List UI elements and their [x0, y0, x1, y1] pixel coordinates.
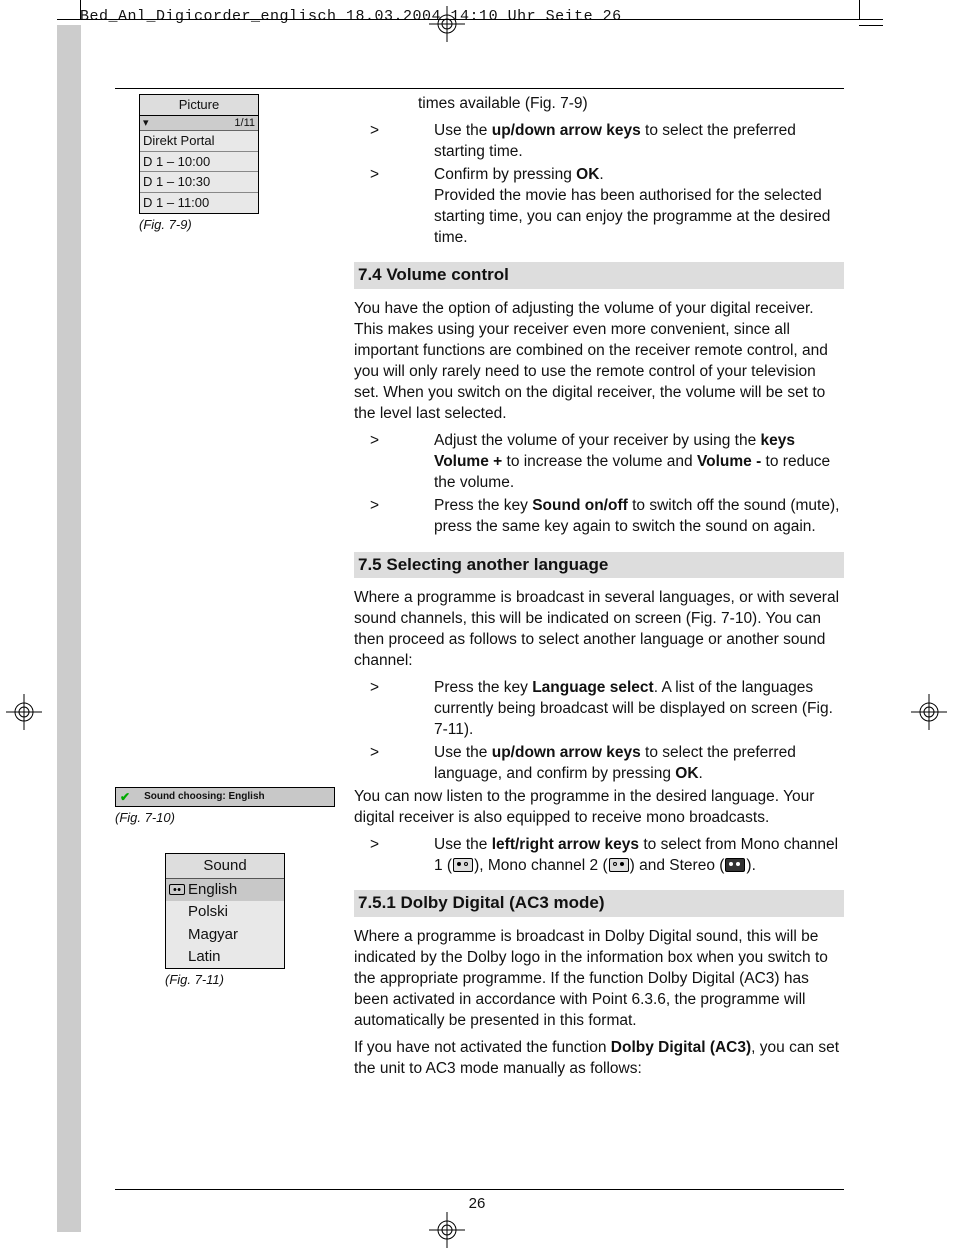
- list-item: Direkt Portal: [140, 131, 258, 152]
- list-item: Latin: [166, 946, 284, 968]
- margin-fill: [57, 25, 81, 1232]
- list-item: D 1 – 10:00: [140, 152, 258, 173]
- step-item: > Use the left/right arrow keys to selec…: [354, 835, 844, 877]
- crop-mark: [859, 25, 883, 26]
- step-text: Press the key Sound on/off to switch off…: [434, 496, 844, 538]
- document-page: Bed_Anl_Digicorder_englisch 18.03.2004 1…: [0, 0, 954, 1253]
- step-text: Confirm by pressing OK.Provided the movi…: [434, 165, 844, 249]
- crop-mark: [80, 0, 81, 19]
- stereo-icon: [725, 858, 745, 872]
- body-text: You have the option of adjusting the vol…: [354, 299, 844, 425]
- figure-7-10: ✔ Sound choosing: English: [115, 787, 335, 807]
- step-item: > Use the up/down arrow keys to select t…: [354, 743, 844, 785]
- section-heading: 7.5.1 Dolby Digital (AC3 mode): [354, 890, 844, 917]
- side-column: Picture ▾ 1/11 Direkt Portal D 1 – 10:00…: [115, 94, 325, 989]
- list-item: D 1 – 11:00: [140, 193, 258, 213]
- step-item: > Adjust the volume of your receiver by …: [354, 431, 844, 494]
- section-heading: 7.5 Selecting another language: [354, 552, 844, 579]
- step-marker: >: [354, 121, 434, 163]
- step-marker: >: [354, 496, 434, 538]
- list-item: D 1 – 10:30: [140, 172, 258, 193]
- page-number: 26: [0, 1194, 954, 1214]
- step-marker: >: [354, 678, 434, 741]
- mono2-icon: [609, 858, 629, 872]
- body-text: You can now listen to the programme in t…: [354, 787, 844, 829]
- step-item: > Use the up/down arrow keys to select t…: [354, 121, 844, 163]
- rule-bottom: [115, 1189, 844, 1190]
- check-icon: ✔: [120, 789, 130, 805]
- step-text: Press the key Language select. A list of…: [434, 678, 844, 741]
- step-item: > Press the key Language select. A list …: [354, 678, 844, 741]
- body-text: If you have not activated the function D…: [354, 1038, 844, 1080]
- figure-caption: (Fig. 7-10): [115, 809, 325, 827]
- list-item: Magyar: [166, 924, 284, 946]
- step-text: Adjust the volume of your receiver by us…: [434, 431, 844, 494]
- registration-mark-icon: [911, 694, 947, 730]
- body-text: Where a programme is broadcast in severa…: [354, 588, 844, 672]
- print-slug: Bed_Anl_Digicorder_englisch 18.03.2004 1…: [80, 7, 622, 27]
- step-item: > Confirm by pressing OK.Provided the mo…: [354, 165, 844, 249]
- step-item: > Press the key Sound on/off to switch o…: [354, 496, 844, 538]
- figure-caption: (Fig. 7-9): [139, 216, 325, 234]
- registration-mark-icon: [6, 694, 42, 730]
- section-heading: 7.4 Volume control: [354, 262, 844, 289]
- figure-7-9: Picture ▾ 1/11 Direkt Portal D 1 – 10:00…: [139, 94, 259, 214]
- body-text: times available (Fig. 7-9): [354, 94, 844, 115]
- registration-mark-icon: [429, 6, 465, 42]
- list-item: English: [166, 879, 284, 901]
- counter-text: 1/11: [234, 116, 255, 131]
- main-column: times available (Fig. 7-9) > Use the up/…: [354, 94, 844, 1086]
- crop-mark: [57, 19, 883, 20]
- step-marker: >: [354, 835, 434, 877]
- body-text: Where a programme is broadcast in Dolby …: [354, 927, 844, 1032]
- dropdown-icon: ▾: [143, 116, 149, 131]
- banner-label: Sound choosing: English: [144, 790, 265, 804]
- step-text: Use the left/right arrow keys to select …: [434, 835, 844, 877]
- figure-title: Picture: [140, 95, 258, 116]
- step-marker: >: [354, 165, 434, 249]
- rule-top: [115, 88, 844, 89]
- figure-caption: (Fig. 7-11): [165, 971, 325, 989]
- figure-counter: ▾ 1/11: [140, 116, 258, 132]
- figure-7-11: Sound English Polski Magyar Latin: [165, 853, 285, 969]
- figure-title: Sound: [166, 854, 284, 879]
- step-text: Use the up/down arrow keys to select the…: [434, 743, 844, 785]
- step-marker: >: [354, 743, 434, 785]
- registration-mark-icon: [429, 1212, 465, 1248]
- crop-mark: [859, 0, 860, 19]
- step-marker: >: [354, 431, 434, 494]
- list-item: Polski: [166, 901, 284, 923]
- mono1-icon: [453, 858, 473, 872]
- step-text: Use the up/down arrow keys to select the…: [434, 121, 844, 163]
